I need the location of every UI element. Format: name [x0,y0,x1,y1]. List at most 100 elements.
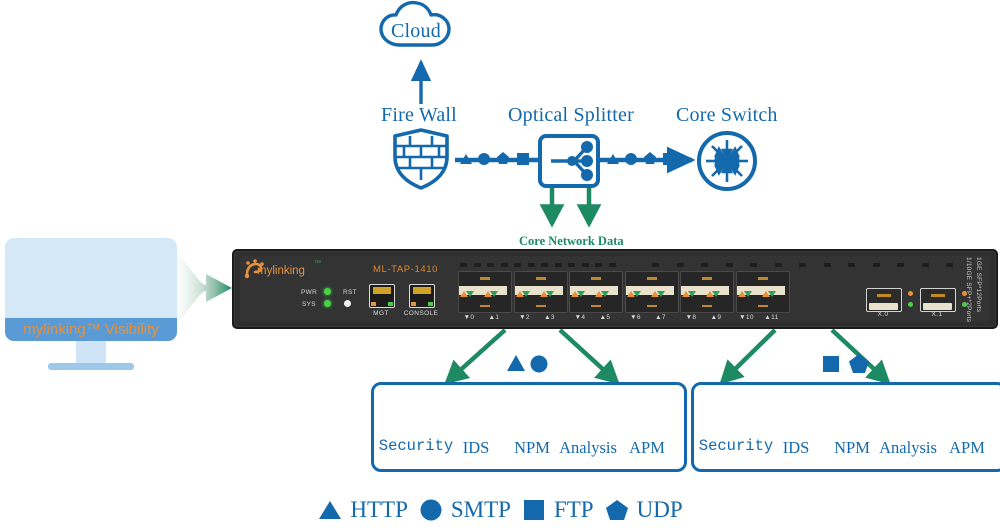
sfpp-port-x0[interactable] [866,288,902,312]
chassis-vent [568,263,575,267]
diagram-canvas: IDS $ [0,0,1000,531]
device-side-text-bottom: 1GE SFP*12Ports [975,257,982,313]
sys-led [324,300,331,307]
sfp-indicator-strip [625,286,674,297]
sfp-direction-arrows [682,291,720,297]
tool-label-apm-text: APM [629,438,665,457]
sfp-port-label-6: ▼6 [630,314,641,321]
tool-label-apm: APM [939,438,995,458]
mgt-rj45-tab [379,294,385,301]
mgt-led-right [388,302,393,306]
router-star-icon [697,131,757,191]
visibility-monitor-caption: mylinking™ Visibility [23,321,159,338]
triangle-shape-icon [319,501,342,519]
tool-label-apm-text: APM [949,438,985,457]
sfp-port-label-0: ▼0 [463,314,475,321]
sfp-indicator-strip [459,286,507,297]
chassis-vent [921,263,929,267]
chassis-vent [848,263,855,267]
chassis-vent [701,263,708,267]
sfp-port-label-11: ▲11 [764,314,779,321]
cloud-label: Cloud [391,20,441,42]
chassis-vent [774,263,782,267]
chassis-vent [725,263,733,267]
pentagon-shape-icon [605,500,628,520]
sfpp-port-x1[interactable] [920,288,956,312]
sys-led-label: SYS [302,301,316,308]
tool-label-ids: IDS [448,438,504,458]
connector-splitter-to-core-switch [600,146,696,174]
chassis-vent [581,263,589,267]
sfp-port-label-8: ▼8 [685,314,697,321]
splitter-label: Optical Splitter [508,104,634,126]
sfp-cage-bottom-bar [535,304,546,307]
legend-label-http: HTTP [350,497,408,522]
legend-item-ftp: FTP [521,497,594,523]
device-model-label: ML-TAP-1410 [373,264,439,275]
tool-label-ids-text: IDS [782,438,810,457]
mgt-rj45-port[interactable] [369,284,395,308]
chassis-vent [460,263,467,267]
sfp-indicator-strip [681,286,729,297]
sfp-direction-arrows [460,291,498,297]
chassis-vent [541,263,548,267]
chassis-vent [799,263,806,267]
tool-label-analysis-text: Analysis [879,438,937,457]
protocol-markers-right [823,354,869,373]
chassis-vent [750,263,757,267]
sfp-cage-bottom-bar [646,304,657,307]
sfp-port-label-7: ▲7 [655,314,666,321]
sfp-direction-arrows [626,291,665,297]
sfp-indicator-strip [736,286,785,297]
chassis-vent [554,263,562,267]
right-tool-group-box [691,382,1000,472]
legend-item-smtp: SMTP [418,497,511,523]
sfp-cage-top-bar [535,277,546,280]
sfpp-x0-lip [869,303,898,310]
chassis-vent [500,263,508,267]
chassis-vent [872,263,880,267]
chassis-vent [652,263,659,267]
core-switch-label: Core Switch [676,104,778,126]
sfpp-x1-lip [923,303,952,310]
sfp-port-label-10: ▼10 [739,314,754,321]
rst-button[interactable] [344,300,351,307]
tool-label-ids: IDS [768,438,824,458]
sfp-direction-arrows [571,291,609,297]
mgt-led-left [371,302,376,306]
sfp-cage-bottom-bar [480,304,490,307]
device-brand-label: mylinking [257,265,305,277]
sfp-cage-top-bar [480,277,490,280]
sfpp-x0-slot [877,294,891,297]
tool-label-npm-text: NPM [514,438,550,457]
console-led-right [428,302,433,306]
tool-label-apm: APM [619,438,675,458]
sfp-cage-bottom-bar [757,304,768,307]
chassis-vent [595,263,602,267]
square-shape-icon [523,500,544,520]
monitor-stand-foot [48,363,134,370]
mgt-rj45-pins [373,287,391,294]
sfp-cage-top-bar [591,277,601,280]
legend-label-udp: UDP [636,497,683,522]
chassis-vent [473,263,481,267]
circle-shape-icon [420,499,442,521]
chassis-vent [897,263,904,267]
protocol-markers-left [507,355,548,373]
chassis-vent [608,263,616,267]
monitor-stand-neck [76,341,106,363]
sfpp-x0-label: X.0 [877,311,889,318]
tool-label-npm: NPM [824,438,880,458]
tool-label-security: Security [376,437,456,455]
sfp-indicator-strip [514,286,563,297]
legend-label-smtp: SMTP [450,497,511,522]
visibility-flow-arrow [176,250,232,326]
legend-item-udp: UDP [604,497,683,523]
connector-firewall-to-splitter [455,152,540,165]
legend-item-http: HTTP [317,497,408,523]
tool-label-security: Security [696,437,776,455]
console-rj45-tab [419,294,425,301]
protocol-legend: HTTP SMTP FTP UDP [0,497,1000,523]
console-rj45-port[interactable] [409,284,435,308]
left-tool-group-box [371,382,687,472]
